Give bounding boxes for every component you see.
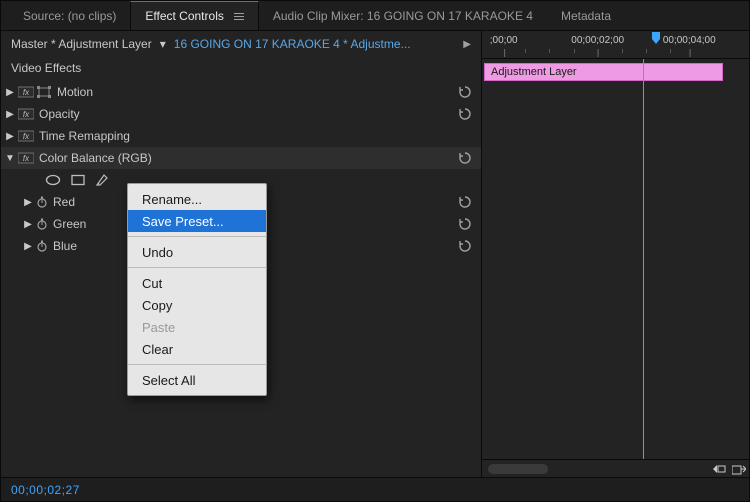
context-separator: [128, 364, 266, 365]
context-cut[interactable]: Cut: [128, 272, 266, 294]
effect-motion-label: Motion: [53, 85, 455, 99]
breadcrumb-clip-label[interactable]: 16 GOING ON 17 KARAOKE 4 * Adjustme...: [174, 37, 411, 51]
effect-color-balance-row[interactable]: ▼ fx Color Balance (RGB): [1, 147, 481, 169]
context-undo[interactable]: Undo: [128, 241, 266, 263]
effect-time-remapping-label: Time Remapping: [35, 129, 475, 143]
panel-body: Master * Adjustment Layer ▾ 16 GOING ON …: [1, 31, 749, 477]
twirly-icon[interactable]: ▶: [3, 131, 17, 142]
effect-time-remapping-row[interactable]: ▶ fx Time Remapping: [1, 125, 481, 147]
vertical-scrollbar[interactable]: [735, 59, 749, 459]
ellipse-mask-icon[interactable]: [45, 174, 61, 186]
playhead-marker-icon[interactable]: [650, 31, 662, 43]
timecode[interactable]: 00;00;02;27: [11, 483, 80, 497]
stopwatch-icon[interactable]: [35, 196, 49, 208]
tab-effect-controls-label: Effect Controls: [145, 9, 223, 23]
timeline-track-area[interactable]: Adjustment Layer: [482, 59, 749, 459]
breadcrumb: Master * Adjustment Layer ▾ 16 GOING ON …: [1, 31, 481, 57]
twirly-icon[interactable]: ▶: [21, 197, 35, 208]
timeline-bottom-bar: [482, 459, 749, 477]
zoom-out-icon[interactable]: [709, 461, 729, 477]
context-save-preset[interactable]: Save Preset...: [128, 210, 266, 232]
twirly-open-icon[interactable]: ▼: [3, 153, 17, 164]
effect-opacity-row[interactable]: ▶ fx Opacity: [1, 103, 481, 125]
twirly-icon[interactable]: ▶: [3, 87, 17, 98]
reset-icon[interactable]: [455, 85, 475, 99]
effect-opacity-label: Opacity: [35, 107, 455, 121]
ruler-tick: ;00;00: [490, 35, 518, 46]
tab-audio-mixer[interactable]: Audio Clip Mixer: 16 GOING ON 17 KARAOKE…: [259, 1, 547, 30]
playhead-line: [643, 59, 644, 459]
stopwatch-icon[interactable]: [35, 240, 49, 252]
tab-source[interactable]: Source: (no clips): [9, 1, 130, 30]
svg-text:fx: fx: [23, 88, 30, 97]
pen-mask-icon[interactable]: [95, 173, 109, 187]
context-menu: Rename... Save Preset... Undo Cut Copy P…: [127, 183, 267, 396]
horizontal-scrollbar[interactable]: [488, 464, 548, 474]
timeline-ruler[interactable]: ;00;00 00;00;02;00 00;00;04;00: [482, 31, 749, 59]
transform-icon: [35, 85, 53, 99]
twirly-icon[interactable]: ▶: [21, 241, 35, 252]
effect-color-balance-label: Color Balance (RGB): [35, 151, 455, 165]
twirly-icon[interactable]: ▶: [21, 219, 35, 230]
context-copy[interactable]: Copy: [128, 294, 266, 316]
panel-footer: 00;00;02;27: [1, 477, 749, 501]
context-clear[interactable]: Clear: [128, 338, 266, 360]
timeline-pane: ;00;00 00;00;02;00 00;00;04;00 Adjustmen…: [481, 31, 749, 477]
context-separator: [128, 267, 266, 268]
effect-motion-row[interactable]: ▶ fx Motion: [1, 81, 481, 103]
tab-metadata[interactable]: Metadata: [547, 1, 625, 30]
context-separator: [128, 236, 266, 237]
panel-menu-icon[interactable]: [234, 13, 244, 20]
context-select-all[interactable]: Select All: [128, 369, 266, 391]
twirly-icon[interactable]: ▶: [3, 109, 17, 120]
reset-icon[interactable]: [455, 151, 475, 165]
stopwatch-icon[interactable]: [35, 218, 49, 230]
svg-text:fx: fx: [23, 132, 30, 141]
fx-badge-icon[interactable]: fx: [17, 151, 35, 165]
effect-controls-panel: Source: (no clips) Effect Controls Audio…: [0, 0, 750, 502]
reset-icon[interactable]: [455, 217, 475, 231]
fx-badge-icon[interactable]: fx: [17, 107, 35, 121]
reset-icon[interactable]: [455, 195, 475, 209]
breadcrumb-master-label[interactable]: Master * Adjustment Layer: [11, 37, 152, 51]
ruler-tick: 00;00;02;00: [571, 35, 624, 46]
context-paste: Paste: [128, 316, 266, 338]
context-rename[interactable]: Rename...: [128, 188, 266, 210]
reset-icon[interactable]: [455, 107, 475, 121]
chevron-down-icon[interactable]: ▾: [160, 37, 166, 51]
timeline-clip-label: Adjustment Layer: [491, 66, 577, 78]
section-video-effects: Video Effects: [1, 57, 481, 81]
tab-effect-controls[interactable]: Effect Controls: [130, 1, 258, 30]
svg-text:fx: fx: [23, 154, 30, 163]
rect-mask-icon[interactable]: [71, 174, 85, 186]
fx-badge-icon[interactable]: fx: [17, 129, 35, 143]
timeline-clip[interactable]: Adjustment Layer: [484, 63, 723, 81]
svg-text:fx: fx: [23, 110, 30, 119]
reset-icon[interactable]: [455, 239, 475, 253]
ruler-tick: 00;00;04;00: [663, 35, 716, 46]
fx-badge-icon[interactable]: fx: [17, 85, 35, 99]
export-frame-icon[interactable]: [729, 461, 749, 477]
panel-tabstrip: Source: (no clips) Effect Controls Audio…: [1, 1, 749, 31]
play-indicator-icon[interactable]: ▶: [463, 39, 471, 50]
